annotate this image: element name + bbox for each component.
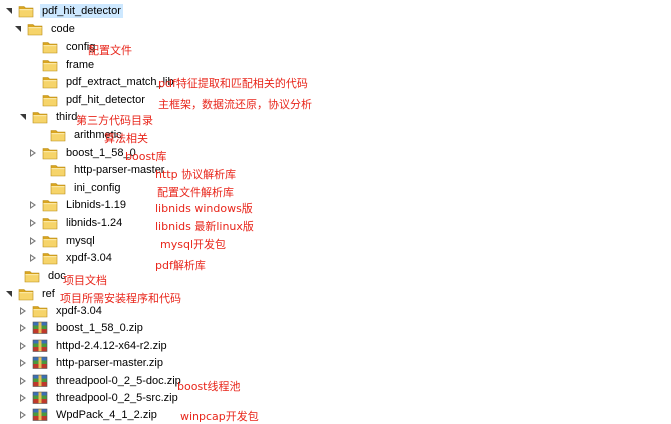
tree-item-label: frame	[66, 59, 95, 71]
annotation-libnids-119: libnids windows版	[155, 202, 253, 215]
tree-item-pdf-hit-detector[interactable]: pdf_hit_detector	[28, 91, 147, 109]
annotation-http-parser: http 协议解析库	[155, 168, 237, 181]
tree-item-xpdf-third[interactable]: xpdf-3.04	[28, 249, 114, 267]
tree-item-libnids-124[interactable]: libnids-1.24	[28, 214, 124, 232]
tree-item-doc[interactable]: doc	[10, 267, 68, 285]
collapsed-arrow-icon[interactable]	[28, 249, 38, 267]
folder-icon	[24, 269, 40, 283]
folder-icon	[27, 22, 43, 36]
folder-icon	[42, 198, 58, 212]
annotation-pdf-hit-detector: 主框架，数据流还原，协议分析	[158, 98, 312, 111]
tree-item-label: code	[51, 23, 75, 35]
annotation-libnids-124: libnids 最新linux版	[155, 220, 254, 233]
folder-icon	[42, 234, 58, 248]
annotation-ini-config: 配置文件解析库	[157, 186, 234, 199]
collapsed-arrow-icon[interactable]	[18, 389, 28, 407]
tree-item-mysql[interactable]: mysql	[28, 232, 97, 250]
expanded-arrow-icon[interactable]	[4, 2, 14, 20]
tree-item-httpd-zip[interactable]: httpd-2.4.12-x64-r2.zip	[18, 337, 169, 355]
tree-item-xpdf-ref[interactable]: xpdf-3.04	[18, 302, 104, 320]
collapsed-arrow-icon[interactable]	[18, 319, 28, 337]
folder-icon	[42, 40, 58, 54]
folder-icon	[42, 58, 58, 72]
tree-item-pdf-extract-match-lib[interactable]: pdf_extract_match_lib	[28, 73, 176, 91]
expanded-arrow-icon[interactable]	[4, 285, 14, 303]
collapsed-arrow-icon[interactable]	[28, 144, 38, 162]
tree-item-label: http-parser-master.zip	[56, 357, 163, 369]
tree-item-config[interactable]: config	[28, 38, 97, 56]
tree-item-root[interactable]: pdf_hit_detector	[4, 2, 123, 20]
tree-item-threadpool-src-zip[interactable]: threadpool-0_2_5-src.zip	[18, 389, 180, 407]
folder-icon	[50, 128, 66, 142]
annotation-mysql: mysql开发包	[160, 238, 226, 251]
archive-icon	[32, 374, 48, 388]
annotation-pdf-extract-match-lib: pdf特征提取和匹配相关的代码	[158, 77, 308, 90]
tree-item-boost-zip[interactable]: boost_1_58_0.zip	[18, 319, 145, 337]
collapsed-arrow-icon[interactable]	[28, 214, 38, 232]
tree-item-ref[interactable]: ref	[4, 285, 57, 303]
tree-item-wpdpack-zip[interactable]: WpdPack_4_1_2.zip	[18, 406, 159, 424]
tree-item-label: ref	[42, 288, 55, 300]
annotation-doc: 项目文档	[63, 274, 107, 287]
tree-item-label: threadpool-0_2_5-doc.zip	[56, 375, 181, 387]
collapsed-arrow-icon[interactable]	[28, 196, 38, 214]
tree-item-label: boost_1_58_0.zip	[56, 322, 143, 334]
archive-icon	[32, 391, 48, 405]
tree-item-boost[interactable]: boost_1_58_0	[28, 144, 138, 162]
folder-icon	[50, 163, 66, 177]
collapsed-arrow-icon[interactable]	[28, 232, 38, 250]
archive-icon	[32, 321, 48, 335]
folder-icon	[42, 146, 58, 160]
archive-icon	[32, 356, 48, 370]
tree-item-label: Libnids-1.19	[66, 199, 126, 211]
tree-item-threadpool-doc-zip[interactable]: threadpool-0_2_5-doc.zip	[18, 372, 183, 390]
archive-icon	[32, 339, 48, 353]
folder-icon	[32, 110, 48, 124]
tree-item-libnids-119[interactable]: Libnids-1.19	[28, 196, 128, 214]
annotation-threadpool: boost线程池	[177, 380, 241, 393]
tree-item-label: xpdf-3.04	[56, 305, 102, 317]
folder-icon	[42, 93, 58, 107]
collapsed-arrow-icon[interactable]	[18, 354, 28, 372]
collapsed-arrow-icon[interactable]	[18, 337, 28, 355]
tree-item-http-parser-zip[interactable]: http-parser-master.zip	[18, 354, 165, 372]
tree-item-label: pdf_hit_detector	[66, 94, 145, 106]
expanded-arrow-icon[interactable]	[13, 20, 23, 38]
tree-item-code[interactable]: code	[13, 20, 77, 38]
tree-item-label: ini_config	[74, 182, 121, 194]
folder-icon	[50, 181, 66, 195]
folder-icon	[42, 251, 58, 265]
collapsed-arrow-icon[interactable]	[18, 302, 28, 320]
annotation-xpdf: pdf解析库	[155, 259, 206, 272]
tree-item-label: httpd-2.4.12-x64-r2.zip	[56, 340, 167, 352]
folder-icon	[42, 216, 58, 230]
folder-icon	[42, 75, 58, 89]
expanded-arrow-icon[interactable]	[18, 108, 28, 126]
collapsed-arrow-icon[interactable]	[18, 406, 28, 424]
tree-item-label: threadpool-0_2_5-src.zip	[56, 392, 178, 404]
folder-tree: pdf_hit_detector code config 配置文件 frame …	[0, 0, 671, 424]
tree-item-frame[interactable]: frame	[28, 56, 96, 74]
tree-item-ini-config[interactable]: ini_config	[36, 179, 122, 197]
collapsed-arrow-icon[interactable]	[18, 372, 28, 390]
folder-icon	[18, 287, 34, 301]
tree-item-label: WpdPack_4_1_2.zip	[56, 409, 157, 421]
tree-item-label: libnids-1.24	[66, 217, 123, 229]
tree-item-label: xpdf-3.04	[66, 252, 112, 264]
tree-item-label: mysql	[66, 235, 95, 247]
tree-item-http-parser-master[interactable]: http-parser-master	[36, 161, 166, 179]
tree-item-label: pdf_hit_detector	[40, 4, 123, 18]
tree-item-third[interactable]: third	[18, 108, 79, 126]
folder-icon	[32, 304, 48, 318]
archive-icon	[32, 408, 48, 422]
folder-icon	[18, 4, 34, 18]
annotation-wpdpack: winpcap开发包	[180, 410, 259, 423]
tree-item-label: http-parser-master	[74, 164, 165, 176]
